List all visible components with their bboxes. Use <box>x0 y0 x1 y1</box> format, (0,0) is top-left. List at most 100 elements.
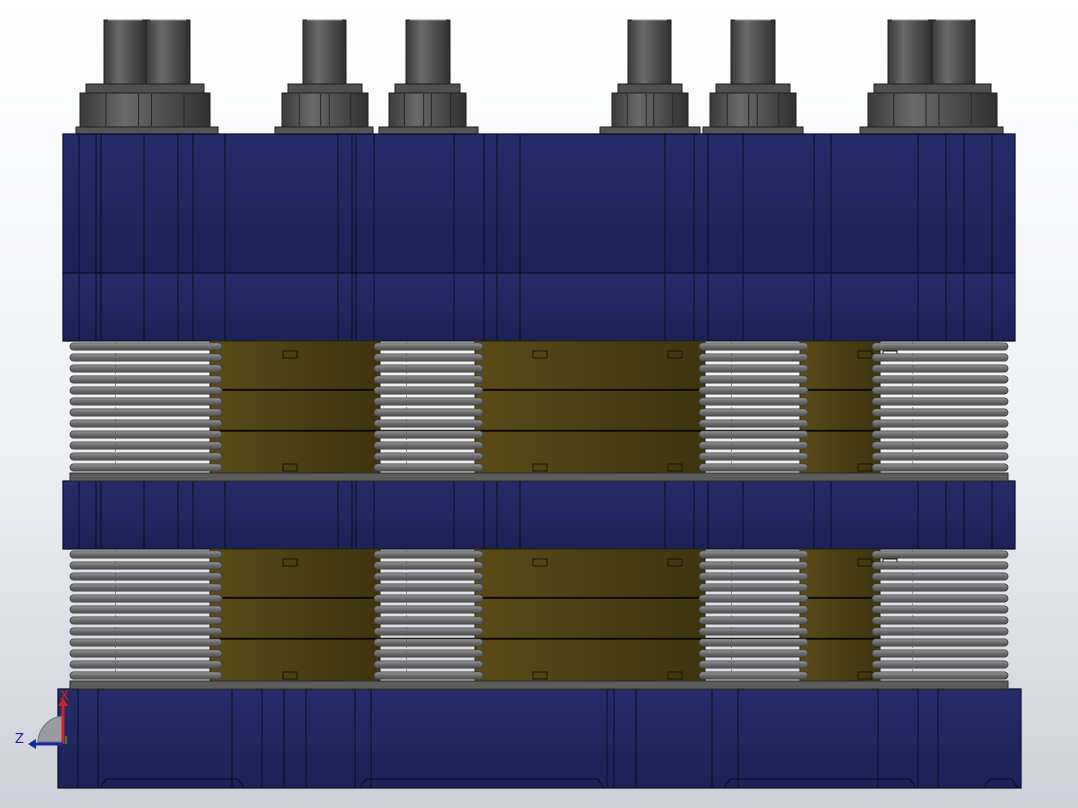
spring-coil <box>373 572 484 581</box>
spring-coil <box>373 452 484 461</box>
spring-coil <box>69 386 223 395</box>
spring-coil <box>698 452 809 461</box>
spring-coil <box>69 452 223 461</box>
spring-coil <box>373 342 484 351</box>
spring-coil <box>69 649 223 658</box>
spring-coil <box>69 627 223 636</box>
spring-coil <box>373 550 484 559</box>
spring-coil <box>698 550 809 559</box>
spring-coil <box>69 430 223 439</box>
spring-coil <box>69 419 223 428</box>
spring-coil <box>69 660 223 669</box>
spring-coil <box>69 463 223 472</box>
3d-viewport[interactable]: X Z <box>0 0 1078 808</box>
spring-coil <box>373 616 484 625</box>
spring-coil <box>698 638 809 647</box>
bolt-shaft <box>730 19 776 87</box>
spring-coil <box>698 342 809 351</box>
spring-coil <box>69 605 223 614</box>
spring-coil <box>871 419 1009 428</box>
spring-coil <box>373 671 484 680</box>
bolt-shaft <box>405 19 451 87</box>
spring-coil <box>373 561 484 570</box>
spring-coil <box>373 649 484 658</box>
spring-coil <box>871 452 1009 461</box>
spring-coil <box>871 386 1009 395</box>
insert-block <box>209 548 381 682</box>
spring-coil <box>871 353 1009 362</box>
spring-coil <box>698 660 809 669</box>
spring-coil <box>871 430 1009 439</box>
bolt-nut <box>611 92 689 128</box>
spring-coil <box>69 671 223 680</box>
spring-coil <box>871 649 1009 658</box>
spring-coil <box>698 364 809 373</box>
bolt-shaft <box>931 19 976 87</box>
spring-coil <box>871 342 1009 351</box>
spring-coil <box>698 463 809 472</box>
spring-coil <box>871 397 1009 406</box>
spring-coil <box>69 397 223 406</box>
spring-coil <box>698 583 809 592</box>
bolt-group <box>75 19 1004 135</box>
triad-quadrant <box>37 715 64 743</box>
spring-coil <box>698 386 809 395</box>
bolt-washer <box>702 126 804 135</box>
spring-coil <box>871 605 1009 614</box>
bolt-nut <box>709 92 797 128</box>
spring-coil <box>698 561 809 570</box>
spring-coil <box>871 561 1009 570</box>
spring-coil <box>698 408 809 417</box>
axis-triad <box>28 698 68 749</box>
spring-coil <box>69 583 223 592</box>
spring-coil <box>871 408 1009 417</box>
spring-coil <box>698 441 809 450</box>
spring-coil <box>69 353 223 362</box>
insert-block <box>799 340 881 474</box>
spring-coil <box>373 463 484 472</box>
spring-coil <box>69 550 223 559</box>
axis-label-x: X <box>60 689 69 704</box>
spring-coil <box>69 375 223 384</box>
spring-coil <box>69 342 223 351</box>
bolt-washer <box>599 126 701 135</box>
spring-coil <box>373 364 484 373</box>
insert-block <box>474 548 706 682</box>
bolt-washer <box>859 126 1004 135</box>
insert-block <box>799 548 881 682</box>
axis-label-z: Z <box>15 732 24 747</box>
spring-coil <box>373 353 484 362</box>
bolt-shaft <box>145 19 191 87</box>
spring-coil <box>698 353 809 362</box>
spring-coil <box>698 375 809 384</box>
spring-coil <box>69 408 223 417</box>
spring-coil <box>373 638 484 647</box>
spring-coil <box>698 430 809 439</box>
spring-coil <box>871 441 1009 450</box>
bolt-nut <box>388 92 467 128</box>
spring-coil <box>373 408 484 417</box>
spring-coil <box>698 627 809 636</box>
spring-coil <box>871 583 1009 592</box>
spring-coil <box>871 375 1009 384</box>
spring-coil <box>871 364 1009 373</box>
spring-coil <box>871 594 1009 603</box>
bolt-washer <box>378 126 479 135</box>
spring-coil <box>69 572 223 581</box>
bolt-nut <box>281 92 369 128</box>
spring-coil <box>69 441 223 450</box>
middle-plate <box>62 480 1016 550</box>
spring-coil <box>698 397 809 406</box>
spring-coil <box>373 605 484 614</box>
spring-coil <box>871 660 1009 669</box>
spring-coil <box>69 638 223 647</box>
spring-coil <box>871 627 1009 636</box>
spring-coil <box>871 572 1009 581</box>
spring-coil <box>698 594 809 603</box>
spring-coil <box>871 550 1009 559</box>
bottom-plate <box>57 688 1022 789</box>
insert-block <box>209 340 381 474</box>
spring-coil <box>373 397 484 406</box>
spring-coil <box>373 594 484 603</box>
spring-coil <box>69 561 223 570</box>
